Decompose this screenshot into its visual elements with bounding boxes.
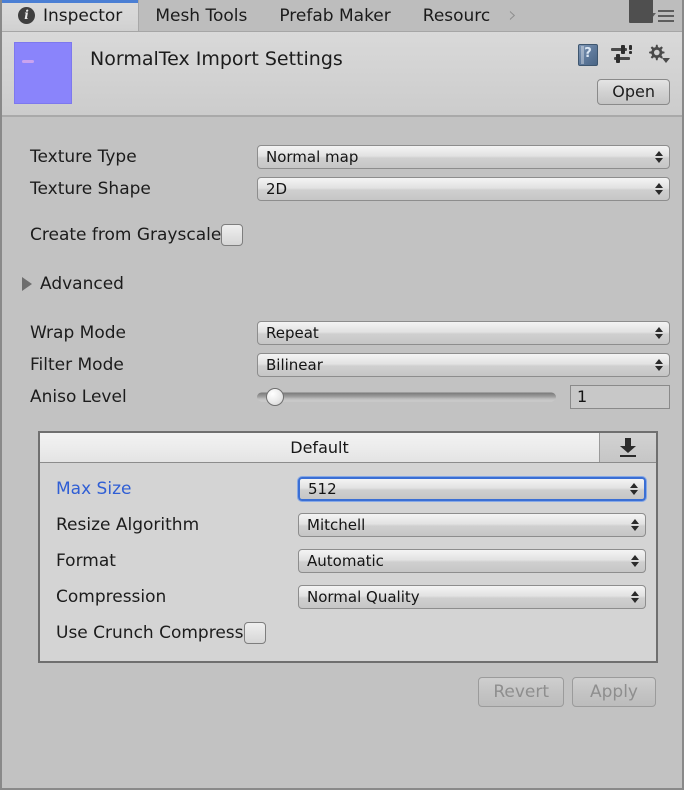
tab-resources-label: Resourc — [422, 5, 491, 26]
tab-prefab-maker[interactable]: Prefab Maker — [263, 0, 406, 31]
compression-label: Compression — [56, 587, 167, 607]
row-texture-type: Texture Type Normal map — [14, 141, 670, 173]
chevron-updown-icon — [655, 359, 663, 371]
chevron-updown-icon — [630, 483, 638, 495]
wrap-mode-dropdown[interactable]: Repeat — [257, 321, 670, 345]
texture-shape-dropdown[interactable]: 2D — [257, 177, 670, 201]
aniso-level-label: Aniso Level — [30, 387, 127, 407]
resize-algorithm-label: Resize Algorithm — [56, 515, 200, 535]
tab-inspector-label: Inspector — [43, 5, 123, 26]
tab-overflow-chevron-icon[interactable]: › — [506, 0, 519, 31]
tab-bar-controls — [627, 0, 682, 31]
header-icon-group — [578, 44, 670, 66]
create-from-grayscale-label: Create from Grayscale — [30, 225, 222, 245]
open-button[interactable]: Open — [597, 79, 670, 105]
chevron-updown-icon — [655, 183, 663, 195]
format-label: Format — [56, 551, 116, 571]
platform-tab-default[interactable]: Default — [40, 433, 600, 462]
resize-algorithm-value: Mitchell — [307, 516, 366, 534]
slider-track — [257, 392, 556, 402]
use-crunch-compression-checkbox[interactable] — [243, 622, 266, 644]
tab-inspector[interactable]: i Inspector — [2, 0, 140, 31]
inspector-window: i Inspector Mesh Tools Prefab Maker Reso… — [0, 0, 684, 790]
wrap-mode-value: Repeat — [266, 324, 319, 342]
filter-mode-value: Bilinear — [266, 356, 323, 374]
wrap-mode-label: Wrap Mode — [30, 323, 126, 343]
gear-icon[interactable] — [646, 44, 670, 66]
row-aniso-level: Aniso Level 1 — [14, 381, 670, 413]
row-create-from-grayscale: Create from Grayscale — [14, 219, 670, 251]
tab-mesh-tools-label: Mesh Tools — [155, 5, 248, 26]
slider-thumb[interactable] — [265, 388, 284, 406]
row-texture-shape: Texture Shape 2D — [14, 173, 670, 205]
window-tab-bar: i Inspector Mesh Tools Prefab Maker Reso… — [2, 0, 682, 32]
texture-type-value: Normal map — [266, 148, 359, 166]
filter-mode-label: Filter Mode — [30, 355, 124, 375]
preset-sliders-icon[interactable] — [611, 45, 633, 65]
create-from-grayscale-checkbox[interactable] — [221, 224, 244, 246]
filter-mode-dropdown[interactable]: Bilinear — [257, 353, 670, 377]
format-value: Automatic — [307, 552, 384, 570]
chevron-updown-icon — [631, 519, 639, 531]
row-resize-algorithm: Resize Algorithm Mitchell — [50, 507, 646, 543]
use-crunch-compression-label: Use Crunch Compress — [56, 623, 244, 643]
row-filter-mode: Filter Mode Bilinear — [14, 349, 670, 381]
row-compression: Compression Normal Quality — [50, 579, 646, 615]
footer-buttons: Revert Apply — [14, 663, 670, 707]
compression-dropdown[interactable]: Normal Quality — [298, 585, 646, 609]
revert-button[interactable]: Revert — [478, 677, 564, 707]
row-format: Format Automatic — [50, 543, 646, 579]
download-icon — [619, 438, 637, 457]
chevron-updown-icon — [655, 327, 663, 339]
chevron-updown-icon — [631, 555, 639, 567]
platform-settings-box: Default Max Size 512 Resize Algorithm Mi… — [38, 431, 658, 663]
texture-type-dropdown[interactable]: Normal map — [257, 145, 670, 169]
help-book-icon[interactable] — [578, 44, 598, 66]
tab-resources[interactable]: Resourc — [407, 0, 507, 31]
advanced-foldout-label: Advanced — [40, 274, 124, 294]
max-size-value: 512 — [308, 480, 337, 498]
row-use-crunch-compression: Use Crunch Compress — [50, 615, 646, 651]
aniso-level-input[interactable]: 1 — [570, 385, 670, 409]
asset-header: NormalTex Import Settings Open — [2, 32, 682, 117]
platform-settings-body: Max Size 512 Resize Algorithm Mitchell F… — [40, 463, 656, 661]
max-size-dropdown[interactable]: 512 — [298, 477, 646, 501]
aniso-level-control: 1 — [257, 385, 670, 409]
resize-algorithm-dropdown[interactable]: Mitchell — [298, 513, 646, 537]
info-icon: i — [18, 7, 35, 24]
row-wrap-mode: Wrap Mode Repeat — [14, 317, 670, 349]
apply-button[interactable]: Apply — [572, 677, 656, 707]
download-button[interactable] — [600, 433, 656, 462]
page-title: NormalTex Import Settings — [90, 48, 343, 70]
lock-icon[interactable] — [629, 0, 653, 23]
chevron-right-icon — [22, 277, 32, 291]
platform-tab-bar: Default — [40, 433, 656, 463]
tab-prefab-maker-label: Prefab Maker — [279, 5, 391, 26]
inspector-body: Texture Type Normal map Texture Shape 2D… — [2, 117, 682, 707]
format-dropdown[interactable]: Automatic — [298, 549, 646, 573]
advanced-foldout[interactable]: Advanced — [14, 267, 670, 301]
chevron-updown-icon — [631, 591, 639, 603]
row-max-size: Max Size 512 — [50, 471, 646, 507]
tab-mesh-tools[interactable]: Mesh Tools — [139, 0, 263, 31]
texture-shape-label: Texture Shape — [30, 179, 151, 199]
texture-shape-value: 2D — [266, 180, 288, 198]
max-size-label: Max Size — [56, 479, 132, 499]
aniso-level-slider[interactable] — [257, 388, 556, 406]
chevron-updown-icon — [655, 151, 663, 163]
texture-thumbnail — [14, 42, 72, 104]
compression-value: Normal Quality — [307, 588, 420, 606]
texture-type-label: Texture Type — [30, 147, 137, 167]
